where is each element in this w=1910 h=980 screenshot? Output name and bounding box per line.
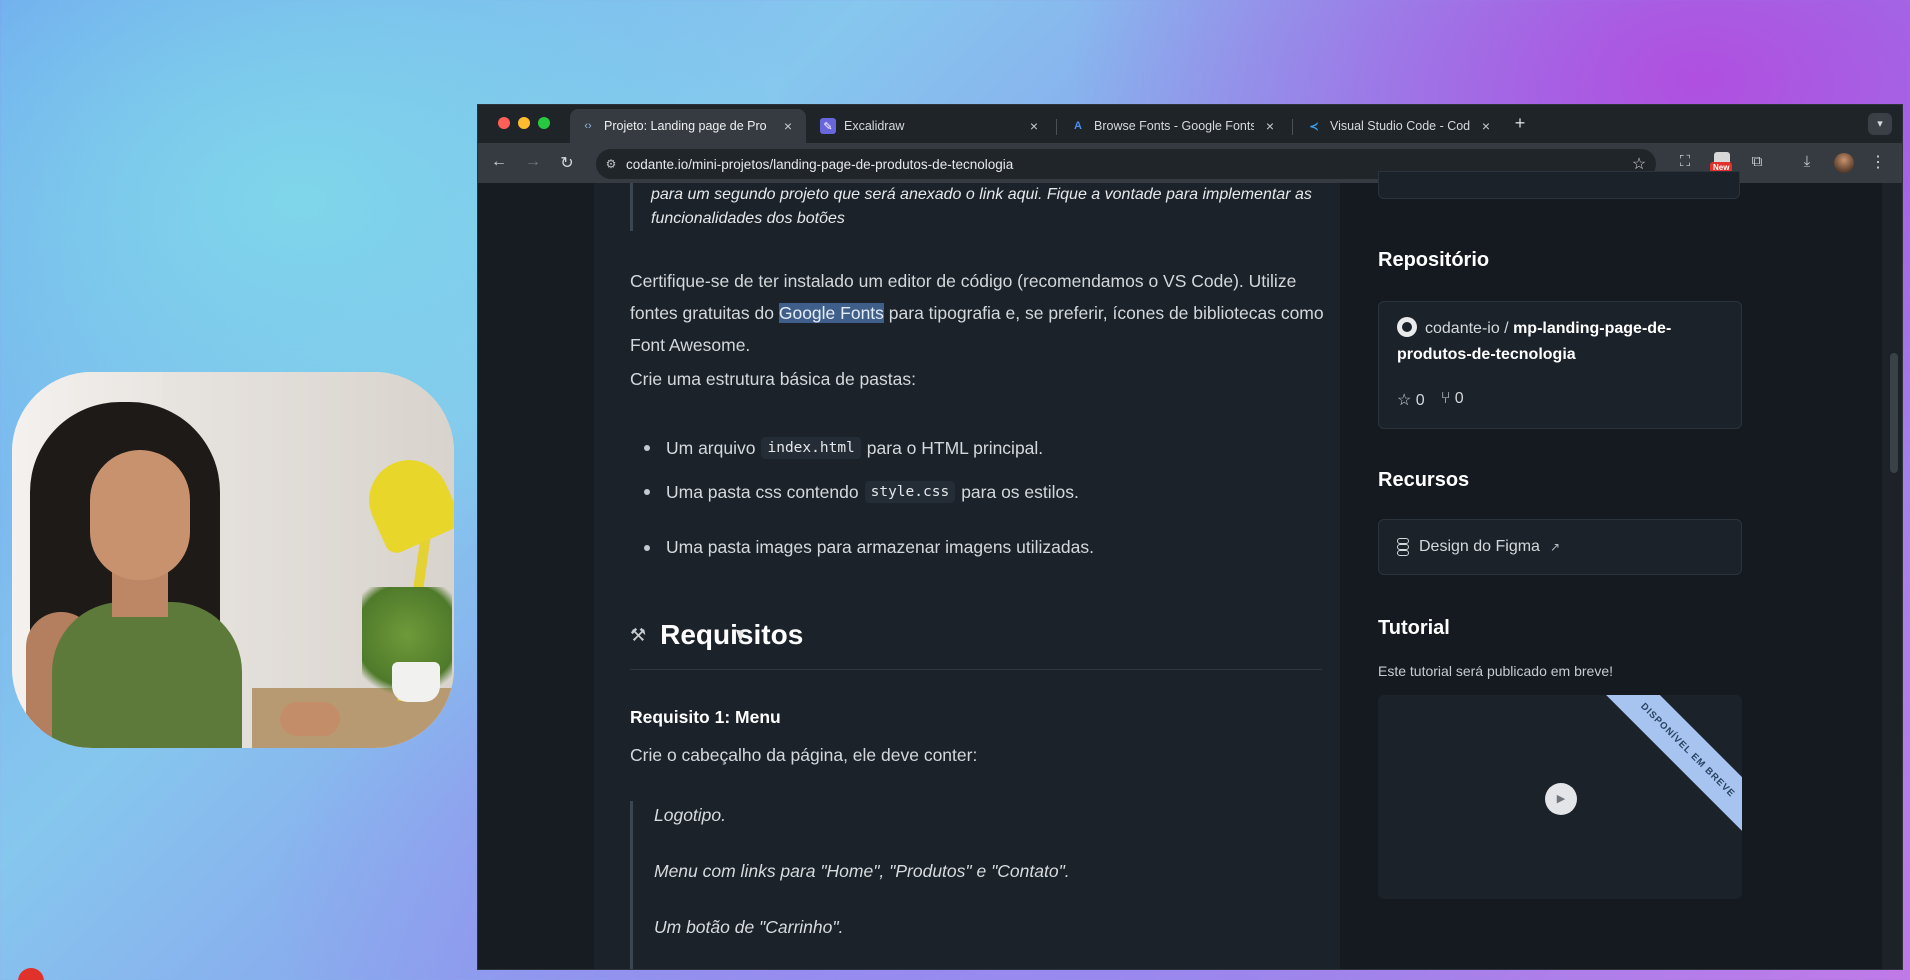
sidebar: Repositório codante-io / mp-landing-page… [1340,171,1880,969]
close-window-button[interactable] [498,117,510,129]
presenter-body [52,602,242,748]
star-icon: ☆ [1397,392,1412,409]
site-settings-icon[interactable]: ⚙ [596,157,626,171]
close-icon[interactable]: × [1026,118,1042,134]
section-title: Requisitos [660,619,804,650]
tutorial-video[interactable]: ▶ DISPONÍVEL EM BREVE [1378,695,1742,899]
close-icon[interactable]: × [1478,118,1494,134]
paragraph-folders: Crie uma estrutura básica de pastas: [630,369,916,389]
paragraph-editor: Certifique-se de ter instalado um editor… [630,265,1330,361]
list-item-text: Uma pasta images para armazenar imagens … [666,537,1094,557]
list-item: Uma pasta css contendo style.css para os… [630,481,1079,503]
repo-stats: ☆ 0 ⑂ 0 [1397,390,1464,410]
requirement-item: Logotipo. [654,805,727,825]
bullet-dot [644,544,650,551]
coming-soon-ribbon: DISPONÍVEL EM BREVE [1603,695,1742,835]
inline-code: index.html [761,437,861,459]
requisito-1-blockquote: Logotipo. Menu com links para "Home", "P… [630,801,1330,969]
requisitos-heading: ⚒ Requisitos [630,619,803,651]
tab-title: Browse Fonts - Google Fonts [1094,119,1254,133]
sidebar-card-top [1378,171,1740,199]
webcam-overlay [12,372,454,748]
stars-count: 0 [1415,392,1425,409]
tab-bar: ‹› Projeto: Landing page de Pro × ✎ Exca… [478,105,1902,143]
requisito-1-description: Crie o cabeçalho da página, ele deve con… [630,745,978,765]
forks-count: 0 [1454,390,1464,407]
list-item-text: para os estilos. [961,481,1079,502]
resources-heading: Recursos [1378,469,1470,491]
presenter-hand [280,702,340,736]
fork-icon: ⑂ [1440,390,1451,407]
screenshot-icon[interactable]: ⛶ [1674,153,1696,170]
figma-icon [1397,538,1409,556]
chevron-down-icon[interactable]: ▾ [1868,113,1892,135]
list-item-text: Uma pasta css contendo [666,481,859,502]
tab-separator [1056,119,1057,135]
profile-avatar[interactable] [1834,153,1854,173]
repo-stars: ☆ 0 [1397,390,1425,410]
bullet-dot [644,445,650,451]
play-icon[interactable]: ▶ [1545,783,1577,815]
list-item: Um arquivo index.html para o HTML princi… [630,437,1043,459]
minimize-window-button[interactable] [518,117,530,129]
tutorial-description: Este tutorial será publicado em breve! [1378,663,1614,679]
repo-owner: codante-io / [1425,320,1514,337]
browser-window: ‹› Projeto: Landing page de Pro × ✎ Exca… [477,104,1903,970]
url-text[interactable]: codante.io/mini-projetos/landing-page-de… [626,157,1622,172]
tab-separator [1292,119,1293,135]
more-menu-icon[interactable]: ⋮ [1870,152,1886,172]
requirement-item: Um botão de "Carrinho". [654,917,844,937]
webcam-pot [392,662,440,702]
extensions-puzzle-icon[interactable]: ⧉ [1746,153,1768,170]
figma-link-label: Design do Figma [1419,538,1540,555]
left-gutter [478,183,594,969]
close-icon[interactable]: × [780,118,796,134]
highlighted-text: Google Fonts [778,303,884,323]
repository-link[interactable]: codante-io / mp-landing-page-de-produtos… [1397,316,1717,368]
excalidraw-icon: ✎ [820,118,836,134]
bullet-dot [644,489,650,495]
repository-heading: Repositório [1378,249,1490,271]
forward-icon[interactable]: → [522,153,544,171]
tab-vscode[interactable]: ≺ Visual Studio Code - Code Ed × [1296,109,1504,143]
tab-projeto[interactable]: ‹› Projeto: Landing page de Pro × [570,109,806,143]
tab-title: Visual Studio Code - Code Ed [1330,119,1470,133]
record-indicator [18,968,44,980]
vscode-icon: ≺ [1309,120,1319,133]
divider [630,669,1322,670]
presenter-face [90,450,190,580]
code-icon: ‹› [584,120,592,132]
window-controls [498,117,550,129]
tab-excalidraw[interactable]: ✎ Excalidraw × [810,109,1052,143]
maximize-window-button[interactable] [538,117,550,129]
repo-forks: ⑂ 0 [1441,390,1464,410]
figma-card[interactable]: Design do Figma ↗ [1378,519,1742,575]
figma-link[interactable]: Design do Figma ↗ [1397,538,1560,556]
list-item-text: para o HTML principal. [866,437,1044,458]
reload-icon[interactable]: ↻ [556,153,578,173]
scrollbar[interactable] [1882,183,1902,969]
blockquote-top: para um segundo projeto que será anexado… [630,183,1330,231]
back-icon[interactable]: ← [488,153,510,171]
tab-title: Excalidraw [844,119,905,133]
close-icon[interactable]: × [1262,118,1278,134]
google-fonts-icon: A [1074,120,1082,132]
blockquote-text: para um segundo projeto que será anexado… [651,186,1312,227]
requisito-1-title: Requisito 1: Menu [630,707,781,727]
inline-code: style.css [864,481,956,503]
hammer-icon: ⚒ [630,624,647,645]
tutorial-heading: Tutorial [1378,617,1450,639]
github-icon [1397,317,1417,337]
list-item-text: Um arquivo [666,437,756,458]
list-item: Uma pasta images para armazenar imagens … [630,537,1094,558]
new-tab-button[interactable]: + [1508,113,1532,134]
page-viewport: Repositório codante-io / mp-landing-page… [478,171,1902,969]
tab-title: Projeto: Landing page de Pro [604,119,767,133]
download-icon[interactable]: ⤓ [1796,153,1818,170]
external-link-icon: ↗ [1549,540,1561,554]
repository-card[interactable]: codante-io / mp-landing-page-de-produtos… [1378,301,1742,429]
tab-google-fonts[interactable]: A Browse Fonts - Google Fonts × [1060,109,1288,143]
requirement-item: Menu com links para "Home", "Produtos" e… [654,861,1070,881]
scrollbar-thumb[interactable] [1890,353,1898,473]
